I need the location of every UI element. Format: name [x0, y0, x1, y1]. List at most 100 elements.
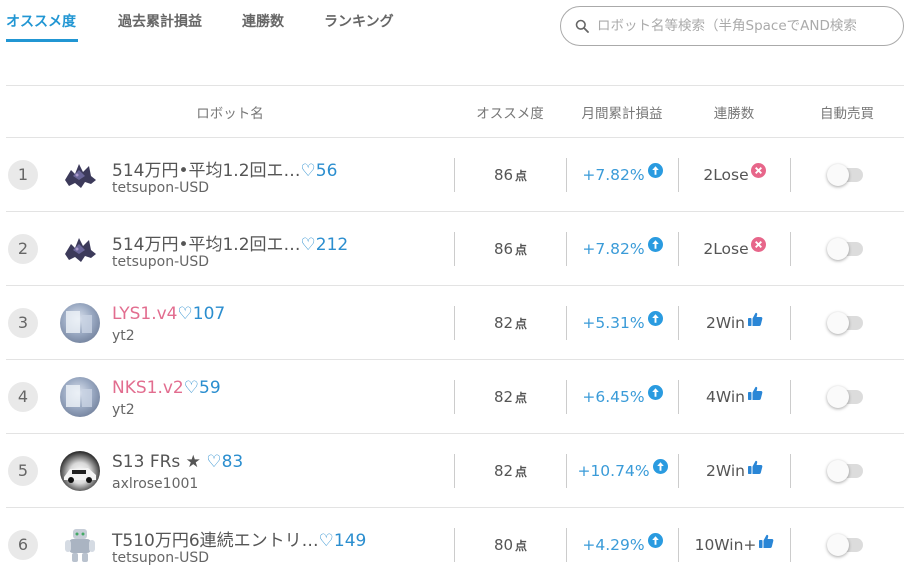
tab-ranking[interactable]: ランキング	[324, 0, 394, 42]
owner-name[interactable]: yt2	[112, 402, 135, 418]
arrow-up-circle-icon	[647, 384, 663, 400]
table-body: 1 514万円•平均1.2回エ…♡56 tetsupon-USD 86 点 +7.…	[6, 138, 904, 580]
table-row[interactable]: 6 T510万円6連続エントリ…♡149 tetsupon-USD 80 点 +4…	[6, 508, 904, 580]
streak-value: 2Lose	[703, 239, 749, 258]
toggle-knob	[827, 237, 849, 260]
profit-cell: +10.74%	[567, 434, 678, 508]
search-input[interactable]	[597, 18, 897, 34]
robot-name-link[interactable]: NKS1.v2♡59	[112, 378, 221, 398]
robot-name: T510万円6連続エントリ…	[112, 530, 319, 551]
robot-name: 514万円•平均1.2回エ…	[112, 234, 301, 255]
robot-info: 514万円•平均1.2回エ…♡212 tetsupon-USD	[112, 224, 446, 274]
table-row[interactable]: 5 S13 FRs ★ ♡83 axlrose1001 82 点 +10.74% …	[6, 434, 904, 508]
table-row[interactable]: 3 LYS1.v4♡107 yt2 82 点 +5.31% 2Win	[6, 286, 904, 360]
header-streak: 連勝数	[713, 105, 755, 122]
auto-trade-toggle[interactable]	[827, 533, 863, 556]
heart-icon[interactable]: ♡	[301, 235, 316, 255]
rank-badge: 5	[8, 455, 38, 486]
robot-name-cell: 6 T510万円6連続エントリ…♡149 tetsupon-USD	[6, 520, 454, 570]
robot-name: S13 FRs ★	[112, 451, 207, 472]
photo-avatar[interactable]	[60, 302, 100, 343]
robot-name-link[interactable]: 514万円•平均1.2回エ…♡212	[112, 230, 348, 255]
monster-icon[interactable]	[60, 155, 100, 195]
heart-icon[interactable]: ♡	[184, 378, 199, 398]
arrow-up-circle-icon	[652, 458, 668, 474]
rank-badge: 3	[8, 307, 38, 338]
lose-icon	[750, 236, 766, 252]
score-cell: 80 点	[455, 508, 566, 580]
owner-name[interactable]: tetsupon-USD	[112, 550, 209, 566]
profit-value: +5.31%	[582, 313, 645, 332]
thumbs-up-icon	[747, 386, 763, 400]
arrow-up-circle-icon	[647, 162, 663, 178]
owner-name[interactable]: yt2	[112, 328, 135, 344]
tab-win-streak[interactable]: 連勝数	[242, 0, 284, 42]
score-value: 82	[493, 461, 514, 480]
car-avatar[interactable]	[60, 450, 100, 491]
auto-trade-cell	[791, 138, 903, 212]
table-row[interactable]: 1 514万円•平均1.2回エ…♡56 tetsupon-USD 86 点 +7.…	[6, 138, 904, 212]
thumbs-up-icon	[747, 460, 763, 474]
heart-icon[interactable]: ♡	[319, 531, 334, 551]
auto-trade-toggle[interactable]	[827, 459, 863, 482]
auto-trade-toggle[interactable]	[827, 385, 863, 408]
toggle-knob	[827, 459, 849, 482]
profit-cell: +5.31%	[567, 286, 678, 360]
monster-icon[interactable]	[60, 229, 100, 269]
streak-value: 2Win	[706, 461, 745, 480]
score-value: 86	[493, 165, 514, 184]
arrow-up-circle-icon	[647, 236, 663, 252]
toggle-knob	[827, 163, 849, 186]
like-count: 212	[315, 234, 349, 255]
table-header: ロボット名 オススメ度 月間累計損益 連勝数 自動売買	[6, 86, 904, 138]
auto-trade-toggle[interactable]	[827, 311, 863, 334]
heart-icon[interactable]: ♡	[301, 161, 316, 181]
streak-cell: 2Win	[679, 434, 790, 508]
like-count: 149	[333, 530, 367, 551]
heart-icon[interactable]: ♡	[178, 304, 193, 324]
search-box[interactable]	[560, 6, 904, 46]
tab-cumulative-profit[interactable]: 過去累計損益	[118, 0, 202, 42]
robot-name-link[interactable]: 514万円•平均1.2回エ…♡56	[112, 156, 337, 181]
streak-value: 2Lose	[703, 165, 749, 184]
auto-trade-toggle[interactable]	[827, 237, 863, 260]
robot-name-link[interactable]: S13 FRs ★ ♡83	[112, 452, 243, 472]
owner-name[interactable]: axlrose1001	[112, 476, 198, 492]
streak-value: 2Win	[706, 313, 745, 332]
robot-info: LYS1.v4♡107 yt2	[112, 298, 446, 348]
auto-trade-cell	[791, 434, 903, 508]
robot-name-cell: 3 LYS1.v4♡107 yt2	[6, 298, 454, 348]
owner-name[interactable]: tetsupon-USD	[112, 254, 209, 270]
table-row[interactable]: 2 514万円•平均1.2回エ…♡212 tetsupon-USD 86 点 +7…	[6, 212, 904, 286]
header-score: オススメ度	[476, 105, 544, 122]
arrow-up-circle-icon	[647, 310, 663, 326]
robot-name-link[interactable]: LYS1.v4♡107	[112, 304, 225, 324]
profit-value: +6.45%	[582, 387, 645, 406]
robot-name-link[interactable]: T510万円6連続エントリ…♡149	[112, 526, 366, 551]
rank-badge: 6	[8, 529, 38, 560]
robot-name-cell: 4 NKS1.v2♡59 yt2	[6, 372, 454, 422]
streak-value: 4Win	[706, 387, 745, 406]
auto-trade-cell	[791, 212, 903, 286]
profit-value: +7.82%	[582, 239, 645, 258]
auto-trade-cell	[791, 286, 903, 360]
tab-recommend[interactable]: オススメ度	[6, 0, 78, 42]
rank-badge: 2	[8, 233, 38, 264]
photo-avatar[interactable]	[60, 376, 100, 417]
owner-name[interactable]: tetsupon-USD	[112, 180, 209, 196]
toggle-knob	[827, 311, 849, 334]
toggle-knob	[827, 533, 849, 556]
header-monthly-profit: 月間累計損益	[581, 105, 663, 122]
heart-icon[interactable]: ♡	[206, 452, 221, 472]
score-cell: 86 点	[455, 138, 566, 212]
like-count: 59	[199, 377, 221, 398]
table-row[interactable]: 4 NKS1.v2♡59 yt2 82 点 +6.45% 4Win	[6, 360, 904, 434]
robot-icon[interactable]	[60, 525, 100, 565]
robot-info: NKS1.v2♡59 yt2	[112, 372, 446, 422]
thumbs-up-icon	[759, 534, 774, 548]
auto-trade-toggle[interactable]	[827, 163, 863, 186]
streak-cell: 2Lose	[679, 138, 790, 212]
robot-info: 514万円•平均1.2回エ…♡56 tetsupon-USD	[112, 150, 446, 200]
search-icon	[575, 19, 589, 33]
robot-name: 514万円•平均1.2回エ…	[112, 160, 301, 181]
